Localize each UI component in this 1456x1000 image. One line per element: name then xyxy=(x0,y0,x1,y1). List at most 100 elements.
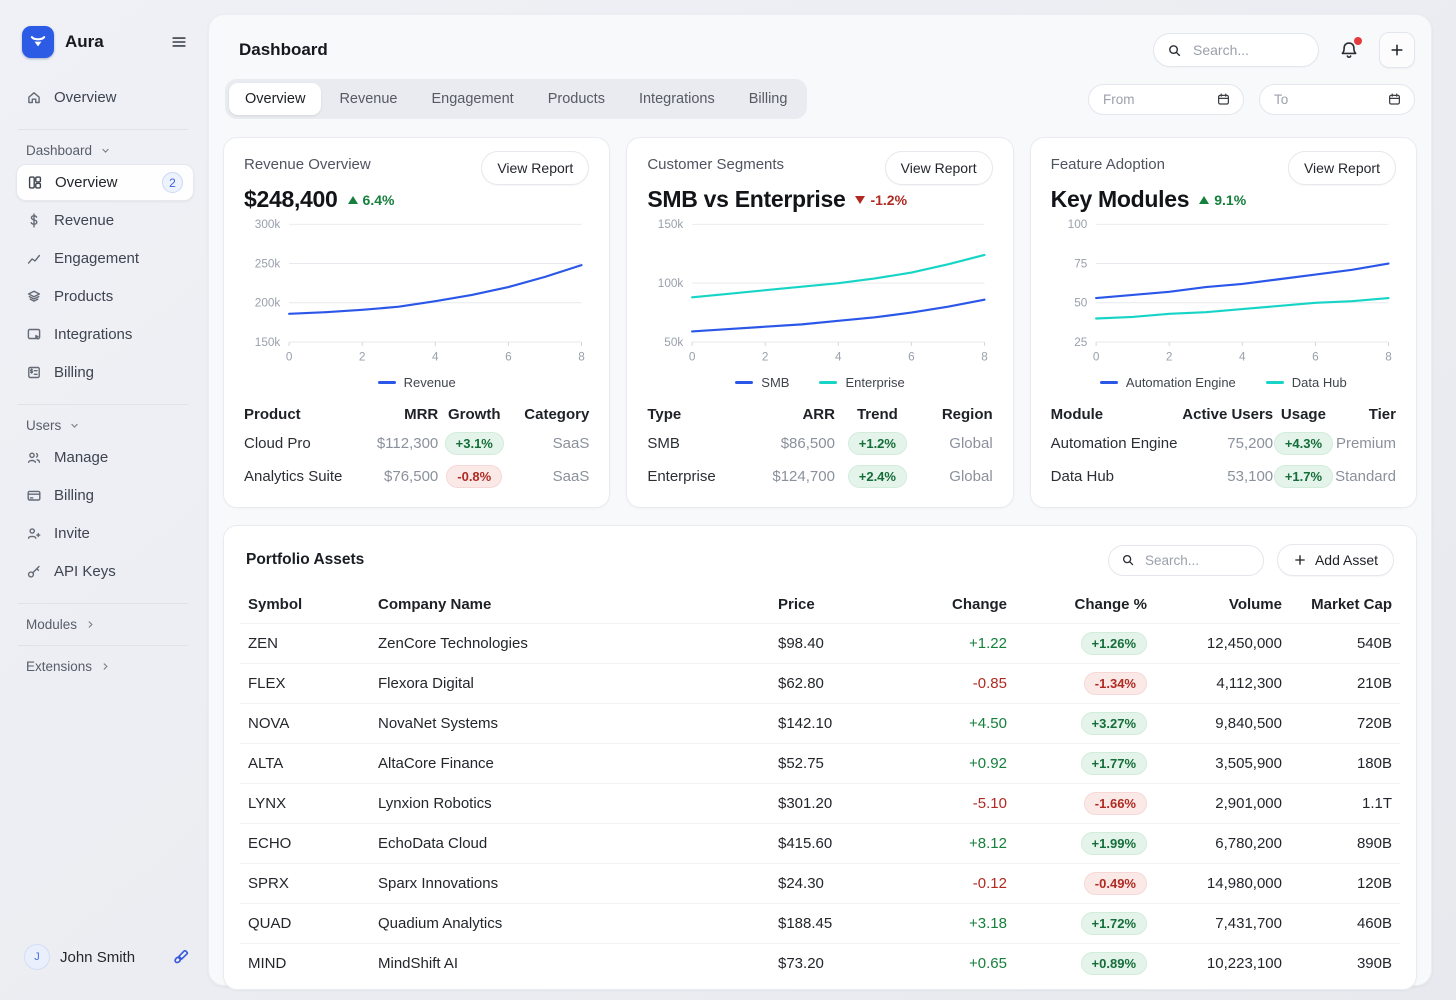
portfolio-search-input[interactable] xyxy=(1143,552,1251,569)
change-pill: +1.99% xyxy=(1081,832,1147,855)
tab-integrations[interactable]: Integrations xyxy=(623,83,731,115)
change-pill: -1.34% xyxy=(1084,672,1147,695)
sidebar-section-users[interactable]: Users xyxy=(26,418,188,433)
table-row[interactable]: FLEXFlexora Digital$62.80-0.85-1.34%4,11… xyxy=(240,664,1400,704)
card-header: Revenue OverviewView Report xyxy=(244,151,589,185)
delta-value: -1.2% xyxy=(870,192,907,208)
chevron-down-icon xyxy=(69,420,80,431)
cell-change-pct: +3.27% xyxy=(1015,704,1155,744)
row-label: Data Hub xyxy=(1051,460,1181,493)
row-value: $86,500 xyxy=(745,427,835,460)
cell-symbol: NOVA xyxy=(240,704,370,744)
dollar-icon xyxy=(26,213,42,229)
sidebar-item-api-keys[interactable]: API Keys xyxy=(16,553,194,590)
table-row[interactable]: QUADQuadium Analytics$188.45+3.18+1.72%7… xyxy=(240,904,1400,944)
cell-market-cap: 1.1T xyxy=(1290,784,1400,824)
sidebar-item-billing[interactable]: Billing xyxy=(16,354,194,391)
receipt-icon xyxy=(26,365,42,381)
date-to-input[interactable] xyxy=(1272,91,1379,108)
sidebar-item-billing[interactable]: Billing xyxy=(16,477,194,514)
view-report-button[interactable]: View Report xyxy=(481,151,589,185)
search-icon xyxy=(1167,43,1182,58)
sidebar-item-label: API Keys xyxy=(54,563,116,580)
tab-overview[interactable]: Overview xyxy=(229,83,321,115)
legend-label: Enterprise xyxy=(845,375,904,390)
table-row[interactable]: SPRXSparx Innovations$24.30-0.12-0.49%14… xyxy=(240,864,1400,904)
line-chart: 150k100k50k02468 xyxy=(647,213,992,371)
theme-brush-icon[interactable] xyxy=(171,948,190,967)
table-row[interactable]: ZENZenCore Technologies$98.40+1.22+1.26%… xyxy=(240,624,1400,664)
date-from-input[interactable] xyxy=(1101,91,1208,108)
sidebar-section-dashboard[interactable]: Dashboard xyxy=(26,143,188,158)
card-table-body: Cloud Pro$112,300+3.1%SaaSAnalytics Suit… xyxy=(244,427,589,493)
date-to-field[interactable] xyxy=(1259,84,1415,115)
cell-price: $24.30 xyxy=(770,864,890,904)
table-row[interactable]: ECHOEchoData Cloud$415.60+8.12+1.99%6,78… xyxy=(240,824,1400,864)
notifications-button[interactable] xyxy=(1332,33,1366,67)
tab-engagement[interactable]: Engagement xyxy=(415,83,529,115)
sidebar-item-integrations[interactable]: Integrations xyxy=(16,316,194,353)
table-row[interactable]: ALTAAltaCore Finance$52.75+0.92+1.77%3,5… xyxy=(240,744,1400,784)
card-header: Feature AdoptionView Report xyxy=(1051,151,1396,185)
cell-market-cap: 540B xyxy=(1290,624,1400,664)
add-asset-button[interactable]: Add Asset xyxy=(1277,544,1394,576)
cell-company: NovaNet Systems xyxy=(370,704,770,744)
column-header: Type xyxy=(647,402,745,427)
hamburger-menu-icon[interactable] xyxy=(170,33,188,51)
sidebar-item-label: Engagement xyxy=(54,250,139,267)
cell-volume: 3,505,900 xyxy=(1155,744,1290,784)
divider xyxy=(18,129,188,130)
sidebar-item-label: Billing xyxy=(54,487,94,504)
tab-revenue[interactable]: Revenue xyxy=(323,83,413,115)
sidebar-section-modules[interactable]: Modules xyxy=(26,617,188,632)
table-row[interactable]: LYNXLynxion Robotics$301.20-5.10-1.66%2,… xyxy=(240,784,1400,824)
table-row: Data Hub53,100+1.7%Standard xyxy=(1051,460,1396,493)
row-value: $124,700 xyxy=(745,460,835,493)
legend-label: Revenue xyxy=(404,375,456,390)
sidebar: Aura OverviewDashboardOverview2RevenueEn… xyxy=(0,0,208,1000)
card-table-body: SMB$86,500+1.2%GlobalEnterprise$124,700+… xyxy=(647,427,992,493)
sidebar-item-revenue[interactable]: Revenue xyxy=(16,202,194,239)
page-title: Dashboard xyxy=(239,40,328,60)
cell-volume: 2,901,000 xyxy=(1155,784,1290,824)
view-report-button[interactable]: View Report xyxy=(885,151,993,185)
sidebar-item-products[interactable]: Products xyxy=(16,278,194,315)
table-row[interactable]: MINDMindShift AI$73.20+0.65+0.89%10,223,… xyxy=(240,944,1400,984)
sidebar-item-manage[interactable]: Manage xyxy=(16,439,194,476)
column-header-company-name: Company Name xyxy=(370,588,770,624)
trend-down-icon xyxy=(855,196,865,204)
column-header-market-cap: Market Cap xyxy=(1290,588,1400,624)
row-tail: SaaS xyxy=(510,427,589,460)
cell-symbol: QUAD xyxy=(240,904,370,944)
sidebar-section-extensions[interactable]: Extensions xyxy=(26,659,188,674)
trend-up-icon xyxy=(348,196,358,204)
tab-billing[interactable]: Billing xyxy=(733,83,804,115)
cell-change: +4.50 xyxy=(890,704,1015,744)
cell-market-cap: 460B xyxy=(1290,904,1400,944)
portfolio-search[interactable] xyxy=(1108,545,1264,576)
change-pill: -0.49% xyxy=(1084,872,1147,895)
sidebar-item-invite[interactable]: Invite xyxy=(16,515,194,552)
table-row[interactable]: NOVANovaNet Systems$142.10+4.50+3.27%9,8… xyxy=(240,704,1400,744)
sidebar-item-overview-top[interactable]: Overview xyxy=(16,79,194,116)
cell-change: +0.65 xyxy=(890,944,1015,984)
svg-text:2: 2 xyxy=(762,351,769,364)
global-search[interactable] xyxy=(1153,33,1319,67)
sidebar-item-engagement[interactable]: Engagement xyxy=(16,240,194,277)
calendar-icon xyxy=(1216,92,1231,107)
table-row: Cloud Pro$112,300+3.1%SaaS xyxy=(244,427,589,460)
user-row[interactable]: J John Smith xyxy=(24,944,190,970)
svg-text:0: 0 xyxy=(286,351,293,364)
sidebar-item-overview[interactable]: Overview2 xyxy=(16,164,194,201)
add-new-button[interactable] xyxy=(1379,32,1415,68)
table-row: Enterprise$124,700+2.4%Global xyxy=(647,460,992,493)
legend-swatch xyxy=(1266,381,1284,384)
portfolio-title: Portfolio Assets xyxy=(246,551,364,569)
change-pill: -0.8% xyxy=(446,465,502,488)
section-label-text: Extensions xyxy=(26,659,92,674)
tab-products[interactable]: Products xyxy=(532,83,621,115)
date-from-field[interactable] xyxy=(1088,84,1244,115)
view-report-button[interactable]: View Report xyxy=(1288,151,1396,185)
cell-symbol: ECHO xyxy=(240,824,370,864)
search-input[interactable] xyxy=(1191,41,1305,59)
